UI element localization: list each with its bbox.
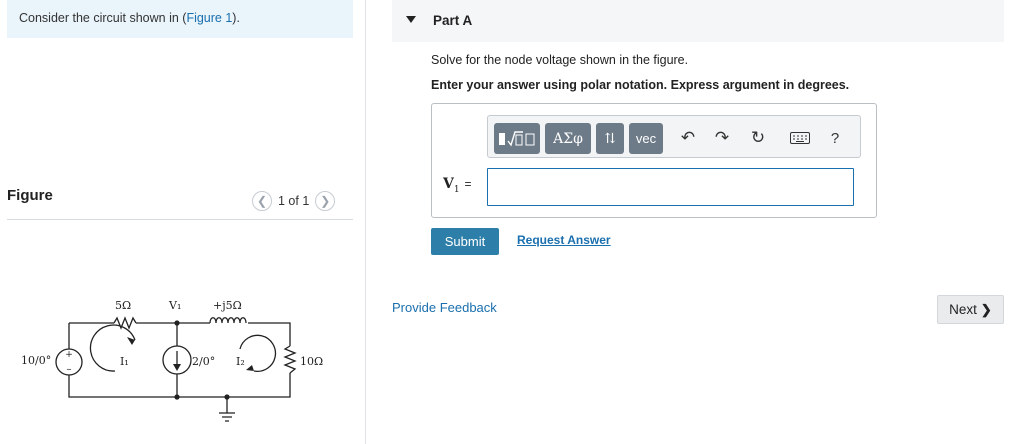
panel-divider — [365, 0, 366, 444]
request-answer-link[interactable]: Request Answer — [517, 233, 611, 247]
figure-pager: ❮ 1 of 1 ❯ — [252, 191, 336, 211]
figure-divider — [7, 219, 353, 220]
figure-heading: Figure — [7, 187, 53, 204]
help-icon[interactable]: ? — [823, 126, 847, 150]
chevron-right-icon: ❯ — [980, 301, 992, 317]
templates-button[interactable] — [494, 123, 540, 154]
pager-count: 1 of 1 — [278, 194, 310, 208]
mesh-i2-label: I₂ — [236, 355, 245, 368]
provide-feedback-link[interactable]: Provide Feedback — [392, 300, 497, 315]
answer-box: ΑΣφ ⇅ vec ↶ ↷ ↻ ? V1 = — [431, 103, 877, 218]
resistor-5-label: 5Ω — [115, 299, 131, 312]
next-button[interactable]: Next ❯ — [937, 295, 1004, 324]
next-label: Next — [949, 302, 977, 317]
redo-icon[interactable]: ↷ — [710, 126, 734, 150]
circuit-diagram: + – 5Ω V₁ +j5Ω 10/0° I₁ 2/0° I₂ 10Ω — [21, 299, 323, 422]
mesh-i1-label: I₁ — [120, 355, 129, 368]
part-a-header[interactable]: Part A — [392, 0, 1004, 42]
fraction-root-icon — [499, 130, 535, 147]
next-figure-button[interactable]: ❯ — [315, 191, 336, 211]
answer-input[interactable] — [487, 168, 854, 206]
voltage-source-label: 10/0° — [21, 354, 51, 367]
inductor-label: +j5Ω — [213, 299, 242, 312]
vector-button[interactable]: vec — [629, 123, 663, 154]
math-toolbar: ΑΣφ ⇅ vec ↶ ↷ ↻ ? — [487, 115, 861, 158]
var-name: V — [443, 176, 454, 192]
question-instruction: Enter your answer using polar notation. … — [431, 78, 850, 92]
arrows-button[interactable]: ⇅ — [596, 123, 624, 154]
intro-text: Consider the circuit shown in (Figure 1)… — [7, 0, 353, 38]
reset-icon[interactable]: ↻ — [746, 126, 770, 150]
node-v1-label: V₁ — [168, 299, 181, 312]
answer-variable-label: V1 = — [443, 176, 472, 195]
keyboard-icon[interactable] — [788, 126, 812, 150]
var-subscript: 1 — [453, 184, 460, 195]
greek-symbols-button[interactable]: ΑΣφ — [545, 123, 591, 154]
left-panel: Consider the circuit shown in (Figure 1)… — [0, 0, 365, 444]
intro-suffix: ). — [232, 11, 240, 25]
figure-link[interactable]: Figure 1 — [186, 11, 232, 25]
part-a-title: Part A — [433, 13, 473, 28]
intro-prefix: Consider the circuit shown in ( — [19, 11, 187, 25]
submit-button[interactable]: Submit — [431, 228, 499, 255]
question-text: Solve for the node voltage shown in the … — [431, 53, 689, 67]
resistor-10-label: 10Ω — [300, 355, 323, 368]
collapse-caret-icon[interactable] — [406, 16, 416, 23]
undo-icon[interactable]: ↶ — [676, 126, 700, 150]
equals-sign: = — [464, 177, 472, 191]
svg-text:+: + — [65, 350, 73, 360]
svg-text:–: – — [67, 364, 72, 375]
current-source-label: 2/0° — [192, 355, 215, 368]
prev-figure-button[interactable]: ❮ — [252, 191, 272, 211]
